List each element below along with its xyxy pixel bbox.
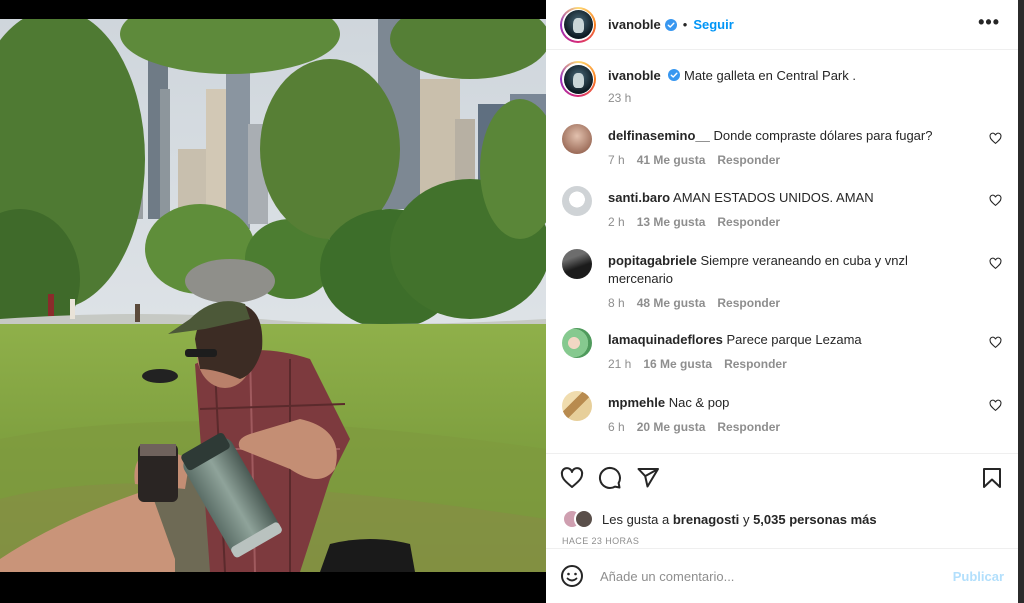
reply-button[interactable]: Responder: [724, 357, 787, 371]
comment-likes[interactable]: 16 Me gusta: [643, 357, 712, 371]
reply-button[interactable]: Responder: [717, 215, 780, 229]
comment-composer: Publicar: [546, 548, 1018, 603]
caption-username[interactable]: ivanoble: [608, 68, 661, 83]
comment-likes[interactable]: 13 Me gusta: [637, 215, 706, 229]
comment-item: santi.baro AMAN ESTADOS UNIDOS. AMAN 2 h…: [562, 186, 1002, 229]
likes-prefix: Les gusta a: [602, 511, 670, 527]
commenter-avatar[interactable]: [562, 186, 592, 216]
commenter-avatar[interactable]: [562, 124, 592, 154]
verified-badge-icon: [668, 69, 681, 81]
caption-avatar[interactable]: [560, 61, 596, 97]
comment-likes[interactable]: 48 Me gusta: [637, 296, 706, 310]
comment-like-icon[interactable]: [989, 336, 1002, 349]
comment-username[interactable]: santi.baro: [608, 190, 670, 205]
emoji-icon[interactable]: [560, 564, 584, 588]
likes-others[interactable]: 5,035 personas más: [753, 512, 877, 527]
caption-text: Mate galleta en Central Park .: [684, 68, 856, 83]
comments-list[interactable]: ivanoble Mate galleta en Central Park . …: [546, 51, 1018, 453]
comment-username[interactable]: mpmehle: [608, 395, 665, 410]
comment-likes[interactable]: 41 Me gusta: [637, 153, 706, 167]
post-sidebar: ivanoble • Seguir ••• ivanoble Mate gall…: [546, 0, 1018, 603]
commenter-avatar[interactable]: [562, 249, 592, 279]
caption-time[interactable]: 23 h: [608, 91, 631, 105]
comment-likes[interactable]: 20 Me gusta: [637, 420, 706, 434]
comment-time[interactable]: 2 h: [608, 215, 625, 229]
likes-summary: Les gusta a brenagosti y 5,035 personas …: [562, 509, 877, 529]
bookmark-icon[interactable]: [980, 466, 1004, 490]
share-icon[interactable]: [636, 466, 660, 490]
comment-text: AMAN ESTADOS UNIDOS. AMAN: [673, 190, 874, 205]
photo-pane: [0, 0, 546, 603]
comment-item: popitagabriele Siempre veraneando en cub…: [562, 249, 1002, 310]
post-header: ivanoble • Seguir •••: [546, 0, 1018, 50]
instagram-post-modal: ivanoble • Seguir ••• ivanoble Mate gall…: [0, 0, 1024, 603]
separator-dot: •: [682, 17, 688, 32]
author-avatar[interactable]: [560, 6, 596, 43]
comment-text: Donde compraste dólares para fugar?: [713, 128, 933, 143]
comment-input[interactable]: [600, 568, 930, 584]
commenter-avatar[interactable]: [562, 328, 592, 358]
more-options-icon[interactable]: •••: [978, 12, 1000, 33]
likes-connector: y: [742, 511, 750, 527]
comment-username[interactable]: lamaquinadeflores: [608, 332, 723, 347]
post-actions: Les gusta a brenagosti y 5,035 personas …: [546, 453, 1018, 548]
comment-like-icon[interactable]: [989, 257, 1002, 270]
commenter-avatar[interactable]: [562, 391, 592, 421]
author-username[interactable]: ivanoble: [608, 17, 661, 32]
window-edge: [1018, 0, 1024, 603]
reply-button[interactable]: Responder: [717, 153, 780, 167]
likes-first-user[interactable]: brenagosti: [673, 512, 739, 527]
comment-time[interactable]: 21 h: [608, 357, 631, 371]
comment-like-icon[interactable]: [989, 132, 1002, 145]
verified-badge-icon: [664, 18, 677, 31]
comment-text: Parece parque Lezama: [726, 332, 862, 347]
comment-icon[interactable]: [598, 466, 622, 490]
comment-username[interactable]: popitagabriele: [608, 253, 697, 268]
comment-item: mpmehle Nac & pop 6 h 20 Me gusta Respon…: [562, 391, 1002, 434]
comment-time[interactable]: 7 h: [608, 153, 625, 167]
post-time-ago[interactable]: HACE 23 HORAS: [562, 536, 639, 546]
reply-button[interactable]: Responder: [717, 296, 780, 310]
publish-button[interactable]: Publicar: [953, 569, 1004, 584]
comment-text: Nac & pop: [668, 395, 730, 410]
comment-like-icon[interactable]: [989, 399, 1002, 412]
comment-time[interactable]: 8 h: [608, 296, 625, 310]
comment-like-icon[interactable]: [989, 194, 1002, 207]
post-photo[interactable]: [0, 19, 546, 572]
follow-button[interactable]: Seguir: [693, 17, 733, 32]
reply-button[interactable]: Responder: [717, 420, 780, 434]
heart-icon[interactable]: [560, 466, 584, 490]
comment-username[interactable]: delfinasemino__: [608, 128, 710, 143]
liker-avatars[interactable]: [562, 509, 596, 529]
post-caption: ivanoble Mate galleta en Central Park . …: [560, 61, 856, 105]
comment-time[interactable]: 6 h: [608, 420, 625, 434]
comment-item: lamaquinadeflores Parece parque Lezama 2…: [562, 328, 1002, 371]
comment-item: delfinasemino__ Donde compraste dólares …: [562, 124, 1002, 167]
